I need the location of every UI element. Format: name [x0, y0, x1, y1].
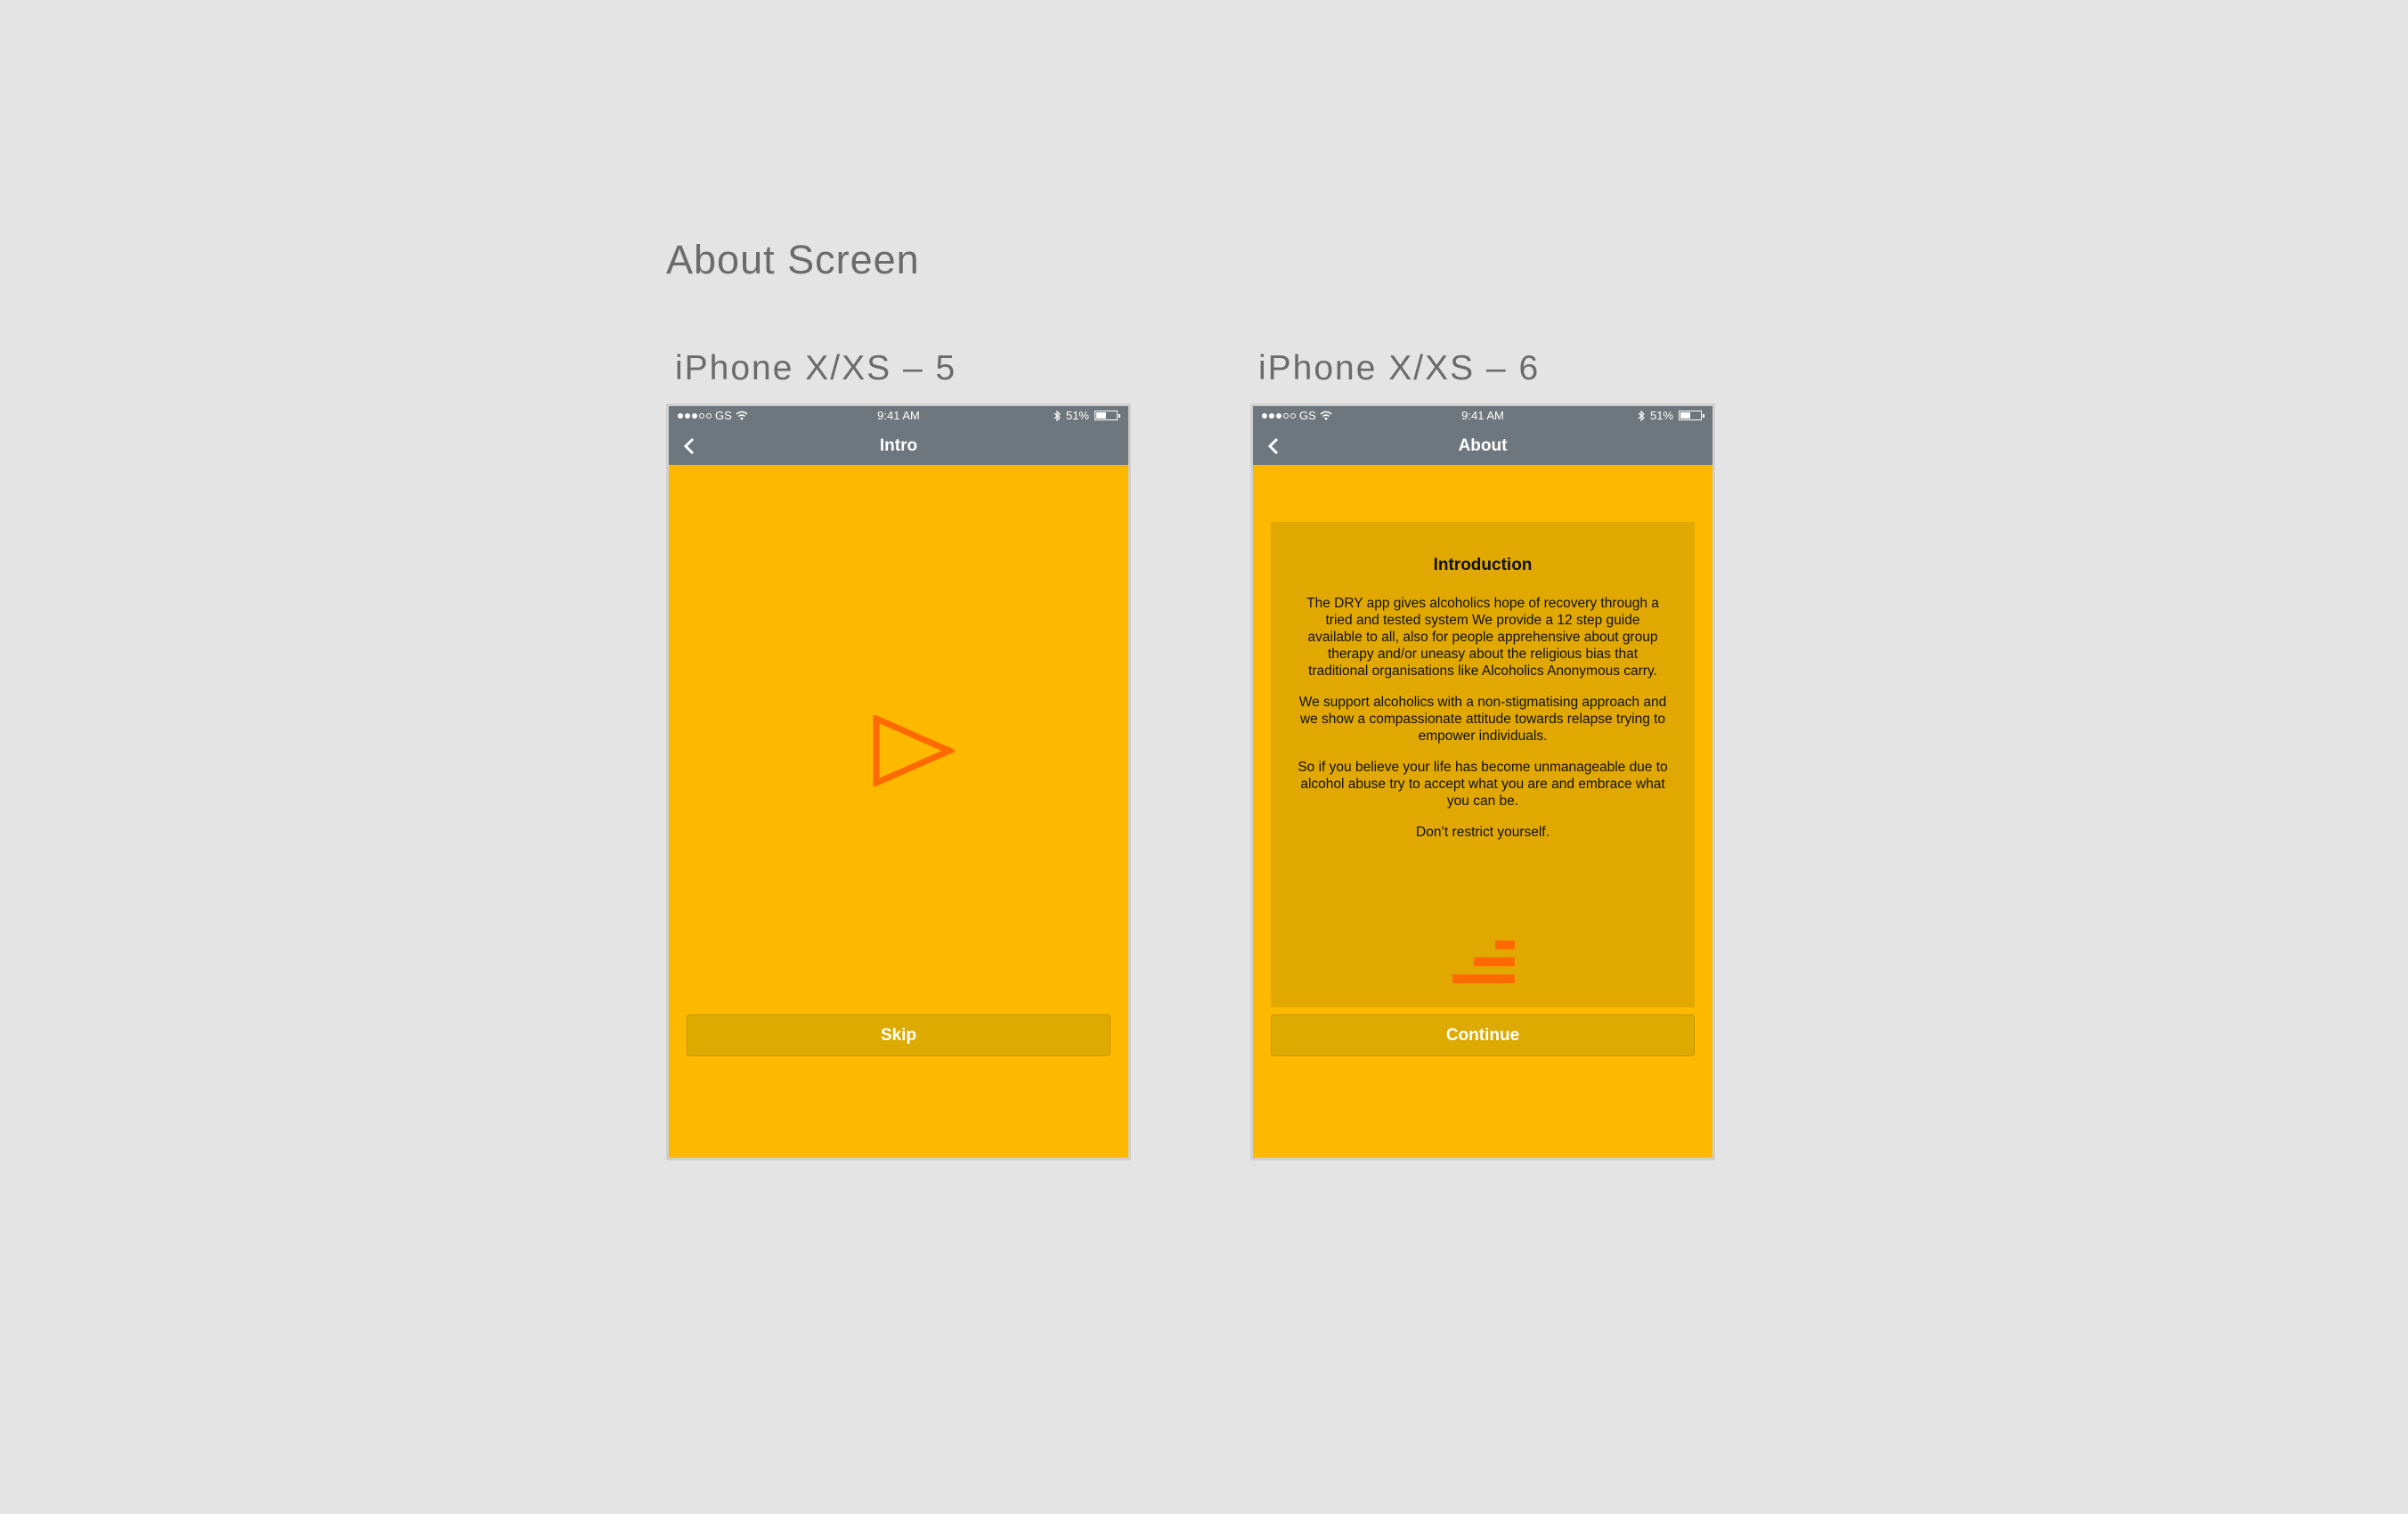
- card-paragraph: Don’t restrict yourself.: [1416, 825, 1550, 840]
- intro-card: Introduction The DRY app gives alcoholic…: [1271, 522, 1695, 1007]
- phone-frame-intro: GS 9:41 AM 51% Intro Skip: [666, 403, 1131, 1160]
- dry-logo-icon: [1452, 940, 1515, 983]
- frame-label-5: iPhone X/XS – 5: [675, 349, 957, 387]
- play-icon[interactable]: [873, 715, 955, 786]
- nav-title: About: [1458, 436, 1508, 455]
- status-bar: GS 9:41 AM 51%: [669, 406, 1128, 426]
- nav-bar: Intro: [669, 426, 1128, 465]
- frame-label-6: iPhone X/XS – 6: [1258, 349, 1541, 387]
- bluetooth-icon: [1638, 410, 1645, 421]
- card-paragraph: The DRY app gives alcoholics hope of rec…: [1306, 596, 1659, 679]
- card-paragraph: We support alcoholics with a non-stigmat…: [1298, 695, 1667, 744]
- phone-frame-about: GS 9:41 AM 51% About Introduction The DR…: [1250, 403, 1715, 1160]
- card-paragraph: So if you believe your life has become u…: [1298, 760, 1668, 809]
- page-title: About Screen: [666, 237, 920, 282]
- battery-label: 51%: [1065, 409, 1089, 422]
- nav-title: Intro: [879, 436, 918, 455]
- bluetooth-icon: [1054, 410, 1061, 421]
- battery-label: 51%: [1649, 409, 1673, 422]
- battery-icon: [1679, 411, 1704, 420]
- battery-icon: [1094, 411, 1120, 420]
- nav-bar: About: [1253, 426, 1712, 465]
- status-right: 51%: [1638, 409, 1704, 422]
- card-heading: Introduction: [1433, 556, 1533, 574]
- status-right: 51%: [1054, 409, 1120, 422]
- status-bar: GS 9:41 AM 51%: [1253, 406, 1712, 426]
- skip-button[interactable]: Skip: [687, 1014, 1110, 1056]
- continue-button[interactable]: Continue: [1271, 1014, 1695, 1056]
